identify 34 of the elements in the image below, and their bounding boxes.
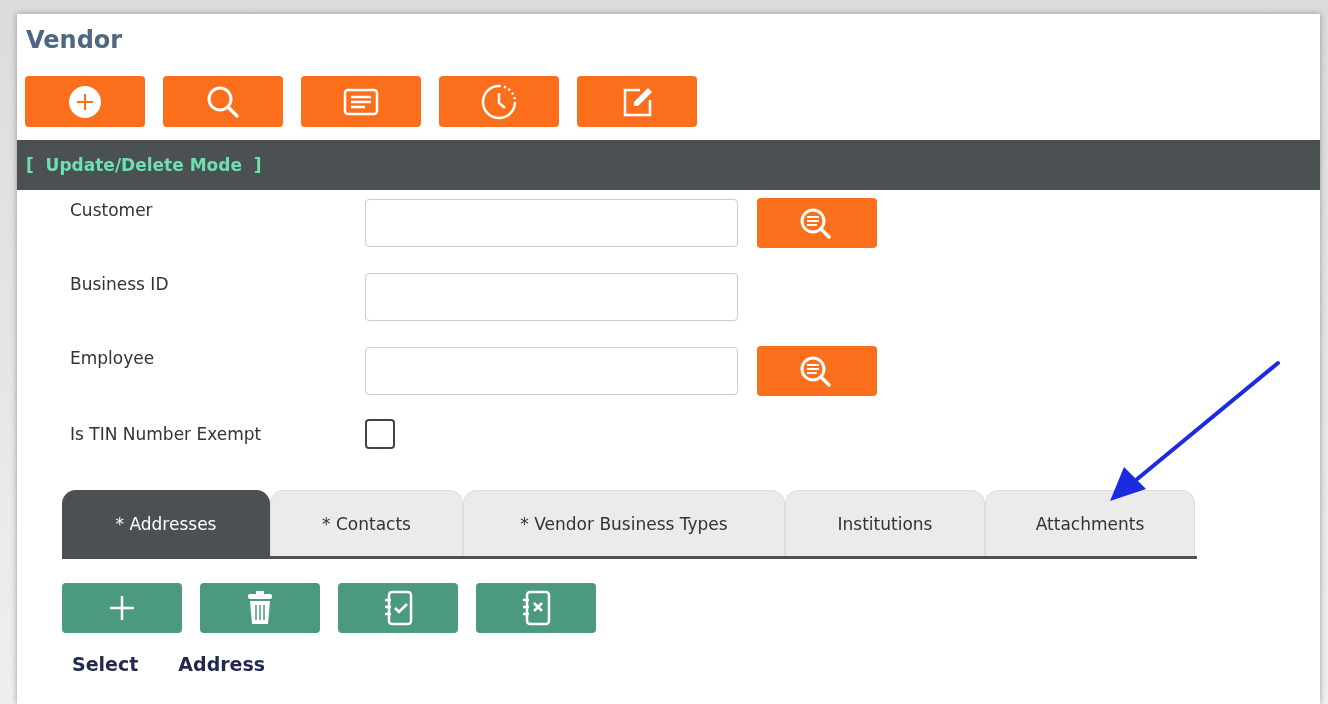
column-header: Address [178, 653, 266, 675]
add-button[interactable] [25, 76, 145, 127]
deselect-all-button[interactable] [476, 583, 596, 633]
field-label: Business ID [70, 273, 170, 294]
mode-label: [ Update/Delete Mode ] [26, 155, 262, 175]
lookup-button[interactable] [757, 198, 877, 248]
select-all-button[interactable] [338, 583, 458, 633]
field-label: Employee [70, 347, 156, 368]
field-label: Customer [70, 199, 154, 220]
input-field[interactable] [365, 273, 738, 321]
history-button[interactable] [439, 76, 559, 127]
add-icon [68, 84, 102, 119]
clock-icon [481, 83, 517, 120]
tab[interactable]: * Contacts [270, 490, 463, 556]
tab[interactable]: Attachments [985, 490, 1195, 556]
tab[interactable]: Institutions [785, 490, 985, 556]
notebook-check-icon [383, 590, 413, 626]
input-field[interactable] [365, 347, 738, 395]
page-title: Vendor [26, 26, 124, 54]
input-field[interactable] [365, 199, 738, 247]
delete-button[interactable] [200, 583, 320, 633]
trash-icon [247, 591, 273, 625]
list-icon [343, 87, 379, 116]
list-button[interactable] [301, 76, 421, 127]
search-button[interactable] [163, 76, 283, 127]
field-label: Is TIN Number Exempt [70, 424, 263, 444]
tab[interactable]: * Addresses [62, 490, 270, 556]
notebook-x-icon [521, 590, 551, 626]
lookup-button[interactable] [757, 346, 877, 396]
checkbox[interactable] [365, 419, 395, 449]
column-header: Select [72, 653, 139, 675]
tab[interactable]: * Vendor Business Types [463, 490, 785, 556]
plus-icon [108, 594, 136, 622]
edit-button[interactable] [577, 76, 697, 127]
